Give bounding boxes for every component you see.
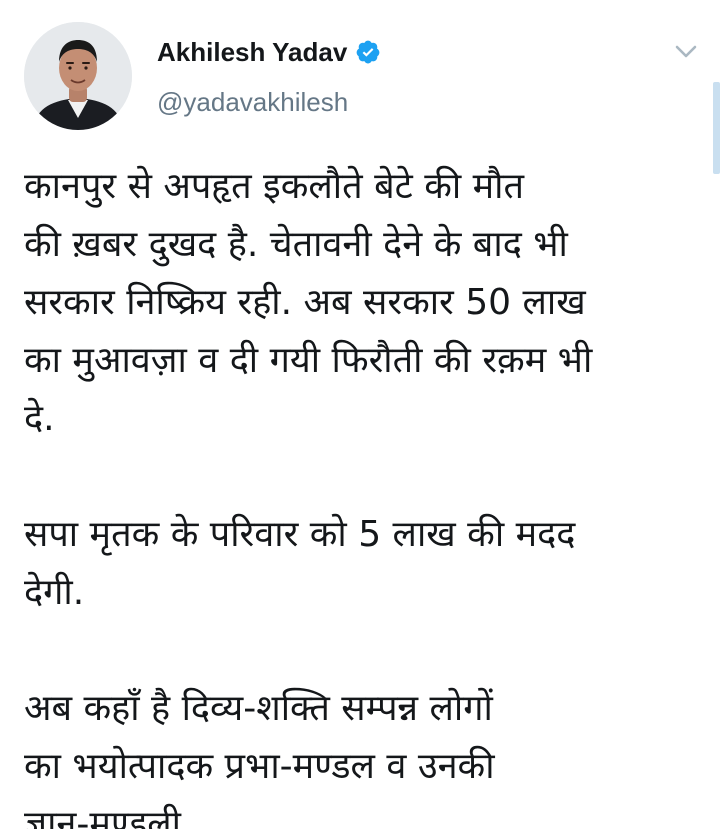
- verified-badge-icon: [355, 39, 381, 65]
- tweet-line: का भयोत्पादक प्रभा-मण्डल व उनकी: [24, 746, 495, 787]
- tweet-line: दे.: [24, 398, 55, 439]
- tweet-line: ज्ञान-मण्डली.: [24, 804, 193, 829]
- tweet-card: Akhilesh Yadav @yadavakhilesh कानपुर से …: [0, 0, 720, 829]
- chevron-down-icon[interactable]: [672, 40, 700, 62]
- author-name-row: Akhilesh Yadav: [157, 36, 381, 68]
- scrollbar[interactable]: [713, 82, 720, 174]
- tweet-paragraph: कानपुर से अपहृत इकलौते बेटे की मौत की ख़…: [24, 158, 700, 448]
- tweet-line: देगी.: [24, 572, 85, 613]
- profile-photo-icon: [24, 22, 132, 130]
- avatar[interactable]: [24, 22, 132, 130]
- tweet-line: अब कहाँ है दिव्य-शक्ति सम्पन्न लोगों: [24, 688, 493, 729]
- tweet-line: की ख़बर दुखद है. चेतावनी देने के बाद भी: [24, 224, 568, 265]
- author-handle[interactable]: @yadavakhilesh: [157, 86, 348, 118]
- tweet-line: सरकार निष्क्रिय रही. अब सरकार 50 लाख: [24, 282, 586, 323]
- tweet-line: का मुआवज़ा व दी गयी फिरौती की रक़म भी: [24, 340, 593, 381]
- tweet-paragraph: सपा मृतक के परिवार को 5 लाख की मदद देगी.: [24, 506, 700, 622]
- tweet-line: कानपुर से अपहृत इकलौते बेटे की मौत: [24, 166, 525, 207]
- tweet-text: कानपुर से अपहृत इकलौते बेटे की मौत की ख़…: [24, 158, 700, 829]
- tweet-paragraph: अब कहाँ है दिव्य-शक्ति सम्पन्न लोगों का …: [24, 680, 700, 829]
- tweet-line: सपा मृतक के परिवार को 5 लाख की मदद: [24, 514, 576, 555]
- author-name[interactable]: Akhilesh Yadav: [157, 36, 347, 68]
